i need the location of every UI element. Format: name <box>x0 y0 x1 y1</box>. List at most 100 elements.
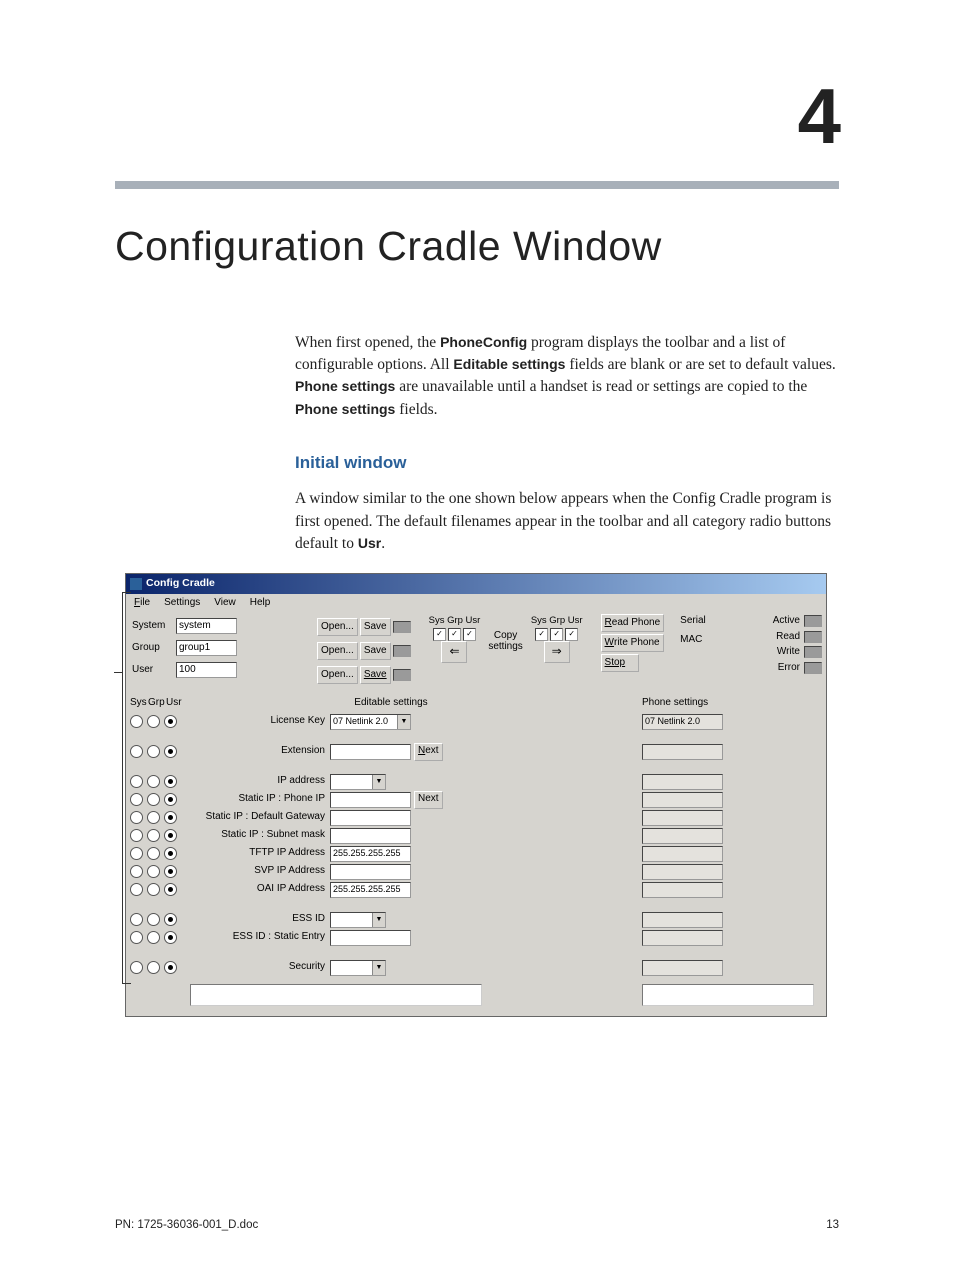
extension-grp-radio[interactable] <box>147 745 160 758</box>
settings-area: Sys Grp Usr Editable settings License Ke… <box>126 690 826 1016</box>
status-text-area <box>190 984 482 1006</box>
copy-right-arrow-button[interactable]: ⇒ <box>544 641 570 663</box>
ip-usr-radio[interactable] <box>164 775 177 788</box>
tftp-input[interactable]: 255.255.255.255 <box>330 846 411 862</box>
extension-usr-radio[interactable] <box>164 745 177 758</box>
copy-left-sys-checkbox[interactable]: ✓ <box>433 628 446 641</box>
gateway-label: Static IP : Default Gateway <box>190 810 327 825</box>
oai-input[interactable]: 255.255.255.255 <box>330 882 411 898</box>
essstatic-sys-radio[interactable] <box>130 931 143 944</box>
essid-usr-radio[interactable] <box>164 913 177 926</box>
phone-tftp <box>642 846 723 862</box>
system-indicator <box>393 621 411 633</box>
extension-next-button[interactable]: Next <box>414 743 443 761</box>
subnet-usr-radio[interactable] <box>164 829 177 842</box>
security-usr-radio[interactable] <box>164 961 177 974</box>
copy-right-sys-checkbox[interactable]: ✓ <box>535 628 548 641</box>
stop-button[interactable]: Stop <box>601 654 639 672</box>
svp-sys-radio[interactable] <box>130 865 143 878</box>
subnet-sys-radio[interactable] <box>130 829 143 842</box>
chevron-down-icon: ▼ <box>372 913 385 927</box>
phoneip-grp-radio[interactable] <box>147 793 160 806</box>
essstatic-grp-radio[interactable] <box>147 931 160 944</box>
license-sys-radio[interactable] <box>130 715 143 728</box>
essstatic-input[interactable] <box>330 930 411 946</box>
menu-view[interactable]: View <box>208 595 242 612</box>
security-grp-radio[interactable] <box>147 961 160 974</box>
callout-tick <box>114 672 122 673</box>
user-input[interactable]: 100 <box>176 662 237 678</box>
gateway-grp-radio[interactable] <box>147 811 160 824</box>
ip-grp-radio[interactable] <box>147 775 160 788</box>
menu-help[interactable]: Help <box>244 595 277 612</box>
toolbar: System system Group group1 User 100 Open… <box>126 612 826 690</box>
subnet-grp-radio[interactable] <box>147 829 160 842</box>
system-save-button[interactable]: Save <box>360 618 391 636</box>
system-open-button[interactable]: Open... <box>317 618 358 636</box>
system-input[interactable]: system <box>176 618 237 634</box>
phoneip-usr-radio[interactable] <box>164 793 177 806</box>
copy-left-grp-checkbox[interactable]: ✓ <box>448 628 461 641</box>
copy-left-arrow-button[interactable]: ⇐ <box>441 641 467 663</box>
copy-label-top: Copy <box>488 630 522 641</box>
svp-label: SVP IP Address <box>190 864 327 879</box>
phone-ip <box>642 774 723 790</box>
menu-file[interactable]: File <box>128 595 156 612</box>
license-grp-radio[interactable] <box>147 715 160 728</box>
svp-input[interactable] <box>330 864 411 880</box>
tftp-usr-radio[interactable] <box>164 847 177 860</box>
ip-sys-radio[interactable] <box>130 775 143 788</box>
phone-oai <box>642 882 723 898</box>
ip-dropdown[interactable]: ▼ <box>330 774 386 790</box>
write-phone-button[interactable]: Write Phone <box>601 634 665 652</box>
subnet-input[interactable] <box>330 828 411 844</box>
editable-settings-head: Editable settings <box>190 696 592 711</box>
oai-usr-radio[interactable] <box>164 883 177 896</box>
phoneip-sys-radio[interactable] <box>130 793 143 806</box>
group-save-button[interactable]: Save <box>360 642 391 660</box>
license-usr-radio[interactable] <box>164 715 177 728</box>
essid-label: ESS ID <box>190 912 327 927</box>
copy-right-usr-checkbox[interactable]: ✓ <box>565 628 578 641</box>
license-dropdown[interactable]: 07 Netlink 2.0▼ <box>330 714 411 730</box>
callout-bracket <box>122 592 131 984</box>
phone-extension <box>642 744 723 760</box>
read-phone-button[interactable]: Read Phone <box>601 614 665 632</box>
user-save-button[interactable]: Save <box>360 666 391 684</box>
oai-grp-radio[interactable] <box>147 883 160 896</box>
copy-left-usr-checkbox[interactable]: ✓ <box>463 628 476 641</box>
phone-subnet <box>642 828 723 844</box>
gateway-input[interactable] <box>330 810 411 826</box>
gateway-sys-radio[interactable] <box>130 811 143 824</box>
phone-essstatic <box>642 930 723 946</box>
essid-sys-radio[interactable] <box>130 913 143 926</box>
essid-dropdown[interactable]: ▼ <box>330 912 386 928</box>
menu-settings[interactable]: Settings <box>158 595 206 612</box>
gateway-usr-radio[interactable] <box>164 811 177 824</box>
tftp-sys-radio[interactable] <box>130 847 143 860</box>
phoneip-input[interactable] <box>330 792 411 808</box>
svp-grp-radio[interactable] <box>147 865 160 878</box>
essstatic-usr-radio[interactable] <box>164 931 177 944</box>
tftp-grp-radio[interactable] <box>147 847 160 860</box>
extension-label: Extension <box>190 744 327 759</box>
security-dropdown[interactable]: ▼ <box>330 960 386 976</box>
essid-grp-radio[interactable] <box>147 913 160 926</box>
phoneip-next-button[interactable]: Next <box>414 791 443 809</box>
subnet-label: Static IP : Subnet mask <box>190 828 327 843</box>
config-cradle-window: Config Cradle File Settings View Help Sy… <box>125 573 827 1016</box>
phone-status-text-area <box>642 984 814 1006</box>
extension-input[interactable] <box>330 744 411 760</box>
oai-sys-radio[interactable] <box>130 883 143 896</box>
svp-usr-radio[interactable] <box>164 865 177 878</box>
copy-label-bottom: settings <box>488 641 522 652</box>
status-error-indicator <box>804 662 822 674</box>
user-open-button[interactable]: Open... <box>317 666 358 684</box>
group-open-button[interactable]: Open... <box>317 642 358 660</box>
copy-right-grp-checkbox[interactable]: ✓ <box>550 628 563 641</box>
security-sys-radio[interactable] <box>130 961 143 974</box>
radio-head-grp: Grp <box>148 696 162 711</box>
extension-sys-radio[interactable] <box>130 745 143 758</box>
section-paragraph: A window similar to the one shown below … <box>295 488 839 555</box>
group-input[interactable]: group1 <box>176 640 237 656</box>
